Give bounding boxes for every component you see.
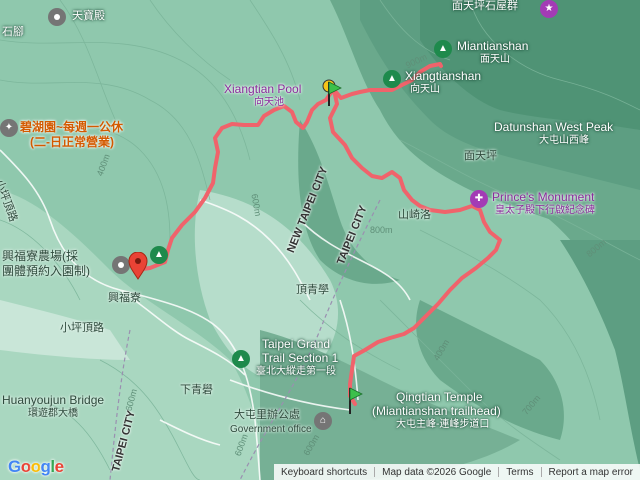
map-view[interactable]: 400m 600m 800m 900m 400m 600m 800m 700m … — [0, 0, 640, 480]
map-data-label: Map data ©2026 Google — [382, 466, 492, 478]
place-label-farm-note: 團體預約入園制) — [2, 264, 90, 278]
place-label-prince-monument[interactable]: Prince's Monument — [492, 190, 594, 204]
place-label-mianwu[interactable]: 面天坪石屋群 — [452, 0, 518, 12]
place-label-miantianshan-zh: 面天山 — [480, 54, 510, 65]
place-label-shanqi: 山崎洛 — [398, 209, 431, 221]
keyboard-shortcuts-link[interactable]: Keyboard shortcuts — [274, 467, 374, 478]
route-end-flag-icon[interactable] — [344, 386, 366, 416]
government-icon[interactable]: ⌂ — [314, 412, 332, 430]
google-logo: Google — [8, 457, 64, 476]
place-label-trail-2: Trail Section 1 — [262, 351, 339, 365]
place-label-qingtian-zh: 大屯主峰-連峰步道口 — [396, 419, 490, 430]
place-label-tianbaodian[interactable]: 天寶殿 — [72, 10, 105, 22]
peak-icon[interactable]: ▲ — [434, 40, 452, 58]
contour-label: 800m — [370, 225, 393, 235]
place-label-govt-office: Government office — [230, 424, 312, 435]
place-label-huanyoujun[interactable]: Huanyoujun Bridge — [2, 393, 104, 407]
place-label-trail[interactable]: Taipei Grand — [262, 337, 330, 351]
place-label-xingfuliao: 興福寮 — [108, 292, 141, 304]
map-pin-icon[interactable] — [128, 252, 148, 280]
trail-icon[interactable]: ▲ — [150, 246, 168, 264]
peak-icon[interactable]: ▲ — [383, 70, 401, 88]
place-label-datunshan-west-zh: 大屯山西峰 — [539, 135, 589, 146]
place-label-xiaqingxue: 下青礐 — [180, 384, 213, 396]
place-label-prince-monument-zh: 皇太子殿下行啟紀念碑 — [495, 205, 595, 216]
trail-icon[interactable]: ▲ — [232, 350, 250, 368]
place-label-dingqingxue: 頂青學 — [296, 284, 329, 296]
attribution-bar: Keyboard shortcuts Map data ©2026 Google… — [273, 464, 640, 480]
monument-icon[interactable]: ✚ — [470, 190, 488, 208]
place-label-biyu-hours: (二-日正常營業) — [30, 135, 114, 149]
place-label-xiangtianshan-zh: 向天山 — [410, 84, 440, 95]
report-error-link[interactable]: Report a map error — [542, 467, 640, 478]
place-label-biyu[interactable]: 碧湖園~每週一公休 — [20, 120, 123, 134]
landmark-icon[interactable]: ★ — [540, 0, 558, 18]
place-label-miantianping: 面天坪 — [464, 150, 497, 162]
road-label-xiaopingding-2: 小坪頂路 — [60, 322, 104, 334]
place-label-qingtian-temple[interactable]: Qingtian Temple — [396, 390, 483, 404]
place-label-xiangtian-pool[interactable]: Xiangtian Pool — [224, 82, 301, 96]
place-label-farm[interactable]: 興福寮農場(採 — [2, 249, 78, 263]
terms-link[interactable]: Terms — [499, 467, 540, 478]
place-label-xiangtianshan[interactable]: Xiangtianshan — [405, 69, 481, 83]
terrain-layer — [0, 0, 640, 480]
place-label-huanyoujun-zh: 環遊郡大橋 — [28, 408, 78, 419]
place-label-shijiao: 石腳 — [2, 26, 24, 38]
place-pin-icon[interactable] — [48, 8, 66, 26]
place-label-miantianshan[interactable]: Miantianshan — [457, 39, 528, 53]
place-label-xiangtian-pool-zh: 向天池 — [254, 97, 284, 108]
place-label-qingtian-trailhead: (Miantianshan trailhead) — [372, 404, 501, 418]
route-start-flag-icon[interactable] — [322, 78, 344, 108]
place-label-datun-office[interactable]: 大屯里辦公處 — [234, 409, 300, 421]
place-label-datunshan-west[interactable]: Datunshan West Peak — [494, 120, 613, 134]
restaurant-icon[interactable]: ✦ — [0, 119, 18, 137]
place-label-trail-zh: 臺北大縱走第一段 — [256, 366, 336, 377]
